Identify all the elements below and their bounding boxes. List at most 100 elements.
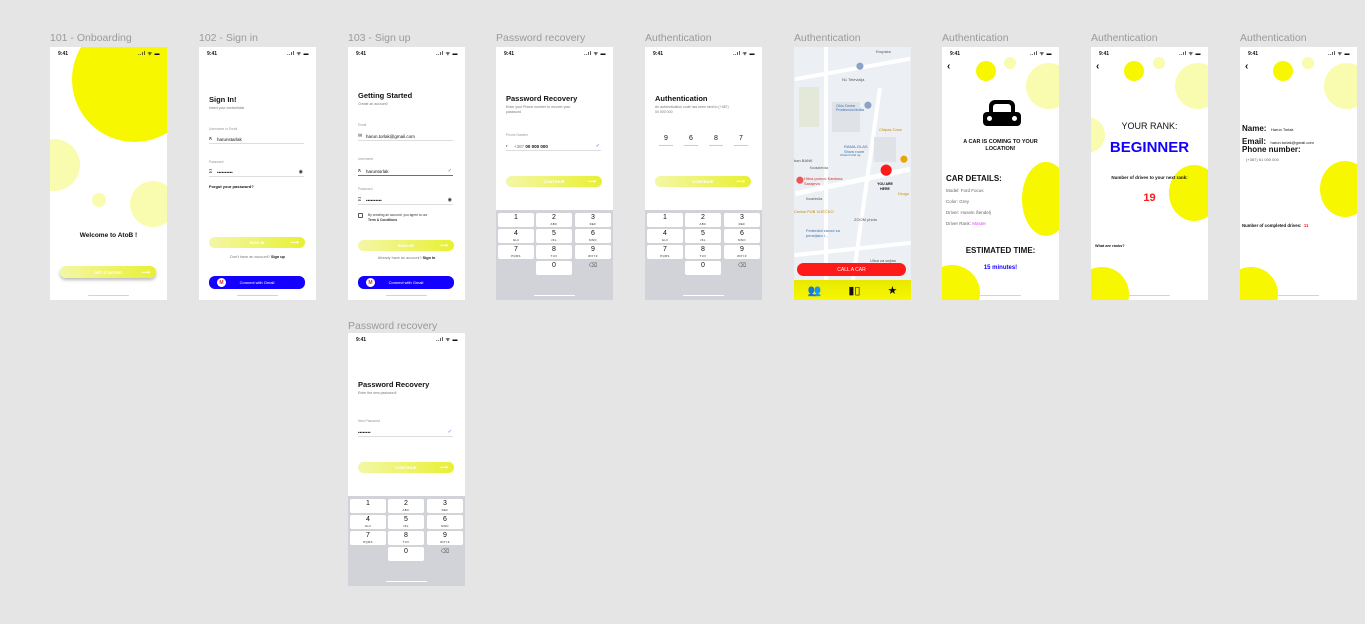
new-password-field[interactable]: •••••••• ✓ [358, 428, 453, 437]
status-time: 9:41 [1099, 51, 1110, 57]
frame-label-auth-profile[interactable]: Authentication [1240, 32, 1307, 44]
frame-label-auth-map[interactable]: Authentication [794, 32, 861, 44]
ranks-info-link[interactable]: What are ranks? [1095, 244, 1125, 248]
keypad-key[interactable]: 7 PQRS [498, 245, 534, 259]
otp-digit[interactable]: 9 [659, 135, 673, 146]
keypad-key[interactable]: 1 [498, 213, 534, 227]
keypad-key[interactable]: 7 PQRS [350, 531, 386, 545]
status-bar: 9:41 ..ıl ᯤ ▬ [645, 51, 762, 59]
eye-icon[interactable]: ◉ [299, 169, 303, 175]
keypad-key[interactable]: 0 [536, 261, 572, 275]
password-field[interactable]: ⍓ •••••••••• ◉ [209, 168, 304, 177]
otp-digit[interactable]: 7 [734, 135, 748, 146]
keypad-key[interactable]: 4 GHI [350, 515, 386, 529]
backspace-key[interactable]: ⌫ [575, 261, 611, 275]
keypad-key[interactable]: 3 DEF [427, 499, 463, 513]
place-label: Kovačevića [806, 197, 823, 201]
star-icon[interactable]: ★ [888, 284, 898, 297]
keypad-key[interactable]: 8 TUV [536, 245, 572, 259]
back-icon[interactable]: ‹ [947, 61, 950, 72]
call-car-button[interactable]: CALL A CAR [797, 263, 906, 276]
keypad-key[interactable]: 0 [685, 261, 721, 275]
phone-label: Phone number: [1242, 145, 1301, 154]
terms-checkbox[interactable] [358, 213, 363, 218]
frame-label-signin[interactable]: 102 - Sign in [199, 32, 258, 44]
continue-button[interactable]: CONTINUE ⟶ [655, 176, 751, 187]
keypad-key[interactable]: 2 ABC [536, 213, 572, 227]
map-pin-icon[interactable]: ⬤ [864, 101, 872, 109]
keypad-key[interactable]: 8 TUV [388, 531, 424, 545]
forgot-password-link[interactable]: Forgot your password? [209, 184, 254, 189]
frame-label-onboarding[interactable]: 101 - Onboarding [50, 32, 132, 44]
sign-up-button[interactable]: SIGN UP ⟶ [358, 240, 454, 251]
frame-label-auth-code[interactable]: Authentication [645, 32, 712, 44]
gmail-button[interactable]: M Connect with Gmail [209, 276, 305, 289]
frame-label-recovery-new[interactable]: Password recovery [348, 320, 437, 332]
otp-digit[interactable]: 6 [684, 135, 698, 146]
phone-onboarding: 9:41 ..ıl ᯤ ▬ Welcome to AtoB ! GET START… [50, 47, 167, 300]
users-icon[interactable]: 👥 [808, 284, 822, 297]
driver-rank: Driver Rank: Master [946, 221, 986, 226]
keypad-key[interactable]: 9 WXYZ [575, 245, 611, 259]
eye-icon[interactable]: ◉ [448, 197, 452, 203]
keypad-key[interactable]: 0 [388, 547, 424, 561]
map-pin-icon[interactable]: ⬤ [900, 155, 908, 163]
frame-label-auth-car[interactable]: Authentication [942, 32, 1009, 44]
email-field[interactable]: ✉ harun.torlak@gmail.com [358, 132, 453, 141]
gmail-button[interactable]: M Connect with Gmail [358, 276, 454, 289]
place-label: Obalni bicikl raj [840, 153, 861, 157]
status-bar: 9:41 ..ıl ᯤ ▬ [348, 337, 465, 345]
key-letters: TUV [550, 254, 558, 258]
keypad-key[interactable]: 9 WXYZ [724, 245, 760, 259]
continue-button[interactable]: CONTINUE ⟶ [506, 176, 602, 187]
password-label: Password [358, 187, 373, 191]
frame-label-signup[interactable]: 103 - Sign up [348, 32, 410, 44]
get-started-button[interactable]: GET STARTED ⟶ [60, 266, 156, 278]
keypad-key[interactable]: 5 JKL [685, 229, 721, 243]
sign-in-button[interactable]: SIGN IN ⟶ [209, 237, 305, 248]
keypad-key[interactable]: 7 PQRS [647, 245, 683, 259]
key-letters: TUV [402, 540, 410, 544]
keypad-key[interactable]: 1 [647, 213, 683, 227]
keypad-key[interactable]: 5 JKL [536, 229, 572, 243]
back-icon[interactable]: ‹ [1245, 61, 1248, 72]
map-pin-icon[interactable]: ⬤ [796, 176, 804, 184]
map-pin-icon[interactable]: ⬤ [856, 62, 864, 70]
keypad-key[interactable]: 3 DEF [724, 213, 760, 227]
page-subtitle: Enter the new password! [358, 391, 397, 395]
car-driver: Driver: Husein Šendelj [946, 210, 991, 215]
decor-circle [1124, 61, 1144, 81]
map-icon[interactable]: ▮▯ [848, 284, 860, 297]
phone-field[interactable]: ▾ +387 00 000 000 ✓ [506, 142, 601, 151]
username-field[interactable]: ጸ harunstarlak [209, 135, 304, 144]
frame-label-recovery-phone[interactable]: Password recovery [496, 32, 585, 44]
arrow-right-icon: ⟶ [587, 179, 596, 185]
driver-rank-label: Driver Rank: [946, 221, 972, 226]
continue-button[interactable]: CONTINUE ⟶ [358, 462, 454, 473]
username-field[interactable]: ጸ haruntorlak ✓ [358, 167, 453, 176]
keypad-key[interactable]: 9 WXYZ [427, 531, 463, 545]
keypad-key[interactable]: 1 [350, 499, 386, 513]
numeric-keypad: 1 2 ABC 3 DEF 4 GHI 5 JKL 6 MNO 7 PQRS 8 TUV 9 WXYZ 0 ⌫ [348, 496, 465, 586]
backspace-key[interactable]: ⌫ [724, 261, 760, 275]
keypad-key[interactable]: 6 MNO [575, 229, 611, 243]
backspace-key[interactable]: ⌫ [427, 547, 463, 561]
keypad-key[interactable]: 8 TUV [685, 245, 721, 259]
keypad-key[interactable]: 4 GHI [647, 229, 683, 243]
back-icon[interactable]: ‹ [1096, 61, 1099, 72]
keypad-key[interactable]: 2 ABC [685, 213, 721, 227]
password-field[interactable]: ⍓ •••••••••• ◉ [358, 196, 453, 205]
status-bar: 9:41 ..ıl ᯤ ▬ [1240, 51, 1357, 59]
terms-link[interactable]: Term & Conditions [368, 218, 397, 222]
arrow-right-icon: ⟶ [290, 240, 299, 246]
keypad-key[interactable]: 4 GHI [498, 229, 534, 243]
keypad-key[interactable]: 6 MNO [427, 515, 463, 529]
signin-link[interactable]: Sign In [423, 256, 436, 260]
otp-digit[interactable]: 8 [709, 135, 723, 146]
keypad-key[interactable]: 2 ABC [388, 499, 424, 513]
keypad-key[interactable]: 6 MNO [724, 229, 760, 243]
keypad-key[interactable]: 5 JKL [388, 515, 424, 529]
frame-label-auth-rank[interactable]: Authentication [1091, 32, 1158, 44]
keypad-key[interactable]: 3 DEF [575, 213, 611, 227]
signup-link[interactable]: Sign up [271, 255, 285, 259]
